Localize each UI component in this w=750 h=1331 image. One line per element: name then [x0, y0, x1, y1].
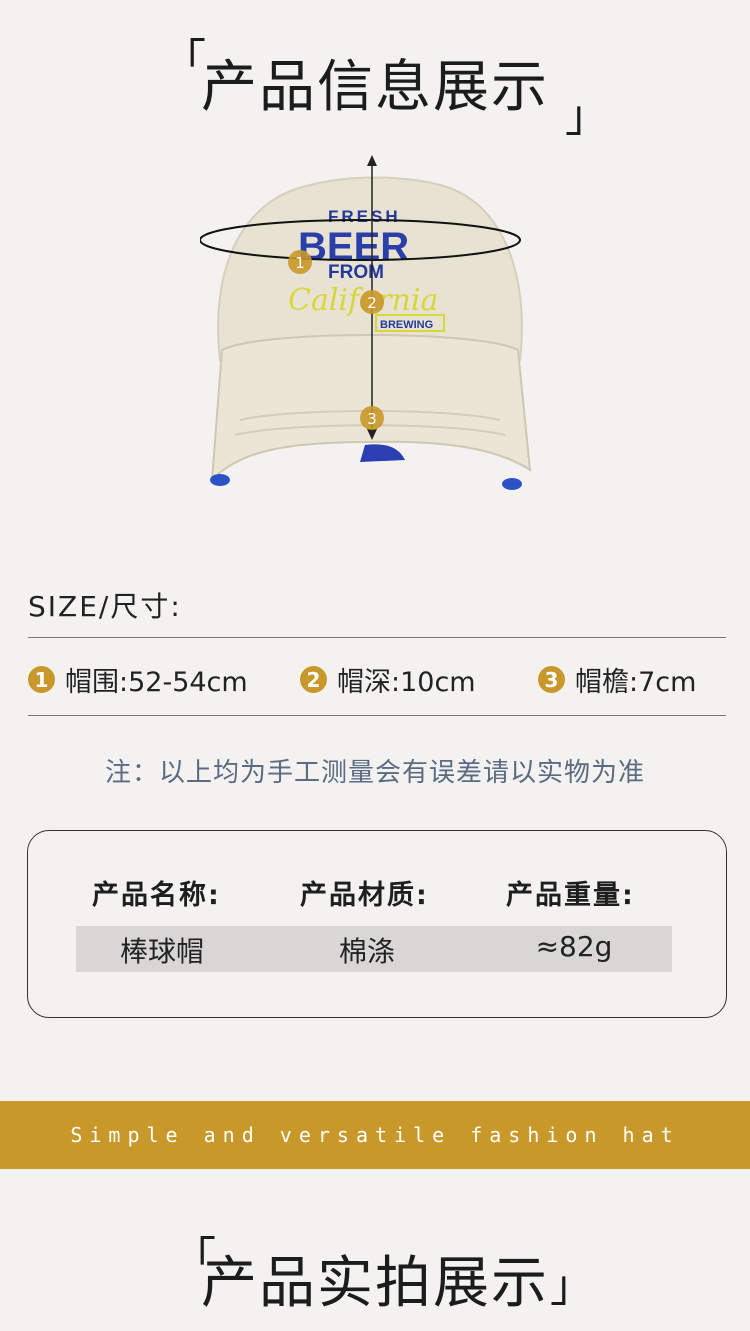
measurement-note: 注：以上均为手工测量会有误差请以实物为准: [104, 758, 645, 788]
value-weight: ≈82g: [535, 930, 613, 963]
value-name: 棒球帽: [119, 935, 204, 968]
svg-text:2: 2: [367, 294, 377, 312]
product-info-card: [27, 830, 727, 1018]
size-label: SIZE/尺寸:: [28, 590, 182, 623]
bottom-close-bracket: 」: [550, 1261, 594, 1312]
measure-depth: 2 帽深:10cm: [300, 660, 476, 699]
value-material: 棉涤: [338, 935, 395, 968]
page-title: 产品信息展示: [201, 55, 549, 120]
measure-brim-text: 帽檐:7cm: [575, 667, 697, 698]
title-close-bracket: 」: [565, 91, 609, 142]
svg-text:1: 1: [295, 254, 305, 272]
banner-text: Simple and versatile fashion hat: [70, 1123, 680, 1147]
hat-illustration: FRESH BEER FROM California BREWING 1 2 3: [199, 155, 532, 490]
header-weight: 产品重量:: [506, 880, 635, 911]
embroidery-brewing: BREWING: [380, 319, 433, 331]
divider-bottom: [28, 715, 726, 716]
measure-circumference-text: 帽围:52-54cm: [65, 667, 248, 698]
hat-image: FRESH BEER FROM California BREWING 1 2 3: [199, 150, 540, 500]
header-name: 产品名称:: [92, 880, 221, 911]
header-material: 产品材质:: [300, 880, 429, 911]
number-1-icon: 1: [28, 666, 55, 693]
measure-brim: 3 帽檐:7cm: [538, 660, 696, 699]
bottom-title-text: 产品实拍展示: [201, 1251, 549, 1316]
measure-circumference: 1 帽围:52-54cm: [28, 660, 248, 699]
slogan-banner: Simple and versatile fashion hat: [0, 1101, 750, 1169]
svg-text:3: 3: [367, 410, 377, 428]
number-3-icon: 3: [538, 666, 565, 693]
embroidery-from: FROM: [328, 262, 384, 283]
divider-top: [28, 637, 726, 638]
measure-depth-text: 帽深:10cm: [337, 667, 476, 698]
embroidery-fresh: FRESH: [328, 207, 401, 226]
number-2-icon: 2: [300, 666, 327, 693]
